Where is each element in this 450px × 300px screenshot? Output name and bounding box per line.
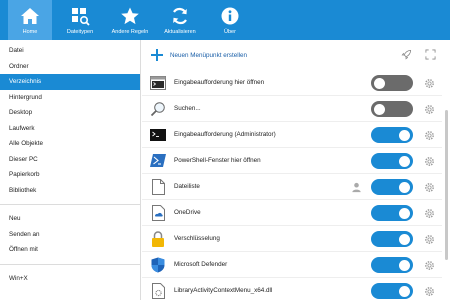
gear-icon[interactable] xyxy=(423,155,435,167)
enable-toggle[interactable] xyxy=(371,179,413,195)
sidebar-item-recycle-bin[interactable]: Papierkorb xyxy=(0,167,140,183)
gear-icon[interactable] xyxy=(423,233,435,245)
gear-icon[interactable] xyxy=(423,103,435,115)
sidebar-item-library[interactable]: Bibliothek xyxy=(0,183,140,199)
enable-toggle[interactable] xyxy=(371,127,413,143)
enable-toggle[interactable] xyxy=(371,75,413,91)
toolbar-other-rules-label: Andere Regeln xyxy=(111,29,149,35)
sidebar-item-file[interactable]: Datei xyxy=(0,43,140,59)
powershell-icon xyxy=(150,153,166,169)
list-item-label: Dateiliste xyxy=(174,183,200,190)
onedrive-file-icon xyxy=(150,204,166,221)
list-item-label: LibraryActivityContextMenu_x64.dll xyxy=(174,287,273,294)
enable-toggle[interactable] xyxy=(371,283,413,299)
enable-toggle[interactable] xyxy=(371,231,413,247)
list-item[interactable]: Microsoft Defender xyxy=(142,252,442,278)
list-item[interactable]: Dateiliste xyxy=(142,174,442,200)
enable-toggle[interactable] xyxy=(371,257,413,273)
enable-toggle[interactable] xyxy=(371,205,413,221)
sidebar-item-all-objects[interactable]: Alle Objekte xyxy=(0,136,140,152)
list-item[interactable]: PowerShell-Fenster hier öffnen xyxy=(142,148,442,174)
main-panel: Neuen Menüpunkt erstellen Eingabeaufford… xyxy=(142,40,450,300)
gear-icon[interactable] xyxy=(423,129,435,141)
list-item[interactable]: LibraryActivityContextMenu_x64.dll xyxy=(142,278,442,300)
lock-icon xyxy=(150,230,166,247)
sidebar-divider xyxy=(0,204,140,205)
list-item-label: Microsoft Defender xyxy=(174,261,228,268)
rocket-icon[interactable] xyxy=(400,48,412,60)
add-menu-item-row[interactable]: Neuen Menüpunkt erstellen xyxy=(142,40,450,70)
sidebar-divider xyxy=(0,263,140,265)
add-menu-item-label: Neuen Menüpunkt erstellen xyxy=(170,51,248,59)
list-item[interactable]: Verschlüsselung xyxy=(142,226,442,252)
cmd-window-icon xyxy=(150,75,166,91)
list-item-label: OneDrive xyxy=(174,209,201,216)
toolbar-other-rules-button[interactable]: Andere Regeln xyxy=(108,0,152,40)
list-item[interactable]: OneDrive xyxy=(142,200,442,226)
toolbar: Home Dateitypen Andere Regeln Aktualisie… xyxy=(0,0,450,40)
list-item-label: Suchen... xyxy=(174,105,201,112)
sidebar-item-drive[interactable]: Laufwerk xyxy=(0,121,140,137)
list-item-label: Eingabeaufforderung hier öffnen xyxy=(174,79,265,86)
sidebar-item-desktop[interactable]: Desktop xyxy=(0,105,140,121)
gear-icon[interactable] xyxy=(423,285,435,297)
dll-file-icon xyxy=(150,282,166,299)
gear-icon[interactable] xyxy=(423,181,435,193)
toolbar-filetypes-label: Dateitypen xyxy=(66,29,94,35)
gear-icon[interactable] xyxy=(423,259,435,271)
filetypes-icon xyxy=(69,5,91,27)
sidebar: Datei Ordner Verzeichnis Hintergrund Des… xyxy=(0,40,141,300)
refresh-icon xyxy=(169,5,191,27)
sidebar-item-background[interactable]: Hintergrund xyxy=(0,90,140,106)
list-item-label: Eingabeaufforderung (Administrator) xyxy=(174,131,276,138)
sidebar-item-send-to[interactable]: Senden an xyxy=(0,227,140,243)
list-item-label: Verschlüsselung xyxy=(174,235,220,242)
toolbar-refresh-label: Aktualisieren xyxy=(164,29,196,35)
plus-icon xyxy=(150,48,164,62)
shield-icon xyxy=(150,257,166,273)
gear-icon[interactable] xyxy=(423,77,435,89)
sidebar-item-folder[interactable]: Ordner xyxy=(0,59,140,75)
info-icon xyxy=(219,5,241,27)
list-item[interactable]: Suchen... xyxy=(142,96,442,122)
sidebar-item-win-x[interactable]: Win+X xyxy=(0,271,140,287)
sidebar-item-open-with[interactable]: Öffnen mit xyxy=(0,242,140,258)
toolbar-home-label: Home xyxy=(22,29,38,35)
user-icon[interactable] xyxy=(350,181,362,193)
home-icon xyxy=(19,5,41,27)
sidebar-item-directory[interactable]: Verzeichnis xyxy=(0,74,140,90)
toolbar-refresh-button[interactable]: Aktualisieren xyxy=(158,0,202,40)
gear-icon[interactable] xyxy=(423,207,435,219)
list-item-label: PowerShell-Fenster hier öffnen xyxy=(174,157,261,164)
star-icon xyxy=(119,5,141,27)
toolbar-about-label: Über xyxy=(224,29,236,35)
sidebar-item-new[interactable]: Neu xyxy=(0,211,140,227)
magnifier-icon xyxy=(150,101,166,117)
expand-icon[interactable] xyxy=(424,48,436,60)
toolbar-about-button[interactable]: Über xyxy=(208,0,252,40)
list-item[interactable]: Eingabeaufforderung (Administrator) xyxy=(142,122,442,148)
toolbar-filetypes-button[interactable]: Dateitypen xyxy=(58,0,102,40)
enable-toggle[interactable] xyxy=(371,153,413,169)
toolbar-home-button[interactable]: Home xyxy=(8,0,52,40)
cmd-dark-icon xyxy=(150,127,166,143)
document-icon xyxy=(150,178,166,195)
enable-toggle[interactable] xyxy=(371,101,413,117)
sidebar-item-this-pc[interactable]: Dieser PC xyxy=(0,152,140,168)
scrollbar[interactable] xyxy=(445,110,448,260)
list-item[interactable]: Eingabeaufforderung hier öffnen xyxy=(142,70,442,96)
menu-item-list: Eingabeaufforderung hier öffnen Suchen..… xyxy=(142,70,442,300)
